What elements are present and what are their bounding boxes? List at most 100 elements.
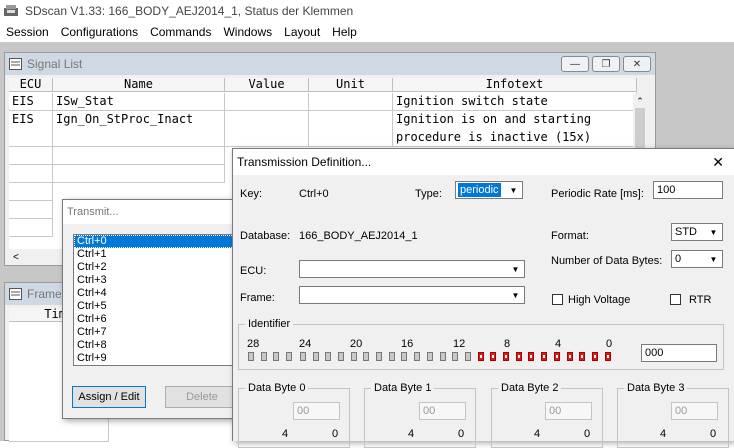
table-cell[interactable]: Ign_On_StProc_Inact [53,111,225,147]
list-item[interactable]: Ctrl+3 [74,274,242,287]
signal-list-titlebar[interactable]: Signal List — ❐ ✕ [5,53,655,75]
delete-button[interactable]: Delete [165,386,239,408]
txdef-titlebar[interactable]: Transmission Definition... ✕ [233,149,734,175]
list-item[interactable]: Ctrl+5 [74,300,242,313]
periodic-rate-input[interactable]: 100 [653,181,723,199]
identifier-bit-toggle[interactable] [515,352,522,361]
identifier-bit-toggle[interactable] [273,352,280,361]
identifier-bit-toggle[interactable] [286,352,293,361]
menu-commands[interactable]: Commands [144,25,217,39]
scroll-thumb[interactable] [635,108,645,148]
transmit-titlebar[interactable]: Transmit... [63,200,241,224]
table-cell[interactable] [225,111,309,147]
table-cell[interactable] [225,93,309,111]
identifier-bit-toggle[interactable] [464,352,471,361]
identifier-bit-toggle[interactable] [312,352,319,361]
menu-windows[interactable]: Windows [217,25,278,39]
chevron-down-icon[interactable]: ▼ [706,225,721,239]
restore-icon[interactable]: ❐ [592,56,620,72]
col-time[interactable]: Tim [9,308,69,322]
type-select[interactable]: periodic ▼ [455,181,523,199]
num-data-bytes-select[interactable]: 0 ▼ [671,250,723,268]
list-item[interactable]: Ctrl+8 [74,339,242,352]
identifier-bit-toggle[interactable] [591,352,598,361]
table-cell[interactable]: procedure is inactive (15x) [393,129,637,147]
table-cell[interactable] [9,147,53,165]
identifier-bit-toggle[interactable] [248,352,254,361]
chevron-down-icon[interactable]: ▼ [508,262,523,276]
identifier-bit-toggle[interactable] [553,352,560,361]
identifier-bit-toggle[interactable] [477,352,484,361]
chevron-down-icon[interactable]: ▼ [706,252,721,266]
list-item[interactable]: Ctrl+4 [74,287,242,300]
minimize-icon[interactable]: — [561,56,589,72]
table-cell[interactable] [9,201,53,219]
scroll-up-icon[interactable]: ⌃ [633,94,647,108]
table-cell[interactable] [53,147,225,165]
menu-configurations[interactable]: Configurations [55,25,144,39]
identifier-bit-toggle[interactable] [541,352,548,361]
chevron-down-icon[interactable]: ▼ [506,183,521,197]
table-cell[interactable] [309,93,393,111]
identifier-bit-toggle[interactable] [260,352,267,361]
data-byte-3-input[interactable]: 00 [671,402,718,420]
list-item[interactable]: Ctrl+9 [74,352,242,365]
identifier-bit-toggle[interactable] [388,352,395,361]
col-unit[interactable]: Unit [309,78,393,92]
identifier-bit-toggle[interactable] [452,352,459,361]
identifier-bit-toggle[interactable] [376,352,382,361]
table-cell[interactable]: Ignition switch state [393,93,637,111]
format-select[interactable]: STD ▼ [671,223,723,241]
identifier-input[interactable]: 000 [641,344,717,362]
identifier-bit-toggle[interactable] [350,352,357,361]
transmit-list[interactable]: Ctrl+0 Ctrl+1 Ctrl+2 Ctrl+3 Ctrl+4 Ctrl+… [73,234,243,366]
list-item[interactable]: Ctrl+0 [74,235,242,248]
table-cell[interactable] [9,165,53,183]
identifier-bit-toggle[interactable] [337,352,344,361]
col-ecu[interactable]: ECU [9,78,53,92]
table-cell[interactable]: EIS [9,93,53,111]
ecu-select[interactable]: ▼ [299,260,525,278]
data-byte-1-input[interactable]: 00 [419,402,466,420]
data-byte-0-input[interactable]: 00 [293,402,340,420]
identifier-bit-toggle[interactable] [579,352,586,361]
rtr-checkbox[interactable] [670,294,681,305]
identifier-bit-toggle[interactable] [414,352,421,361]
frame-select[interactable]: ▼ [299,286,525,304]
chevron-down-icon[interactable]: ▼ [508,288,523,302]
identifier-bit-toggle[interactable] [490,352,497,361]
list-item[interactable]: Ctrl+6 [74,313,242,326]
assign-edit-button[interactable]: Assign / Edit [72,386,146,408]
list-item[interactable]: Ctrl+1 [74,248,242,261]
identifier-bit-toggle[interactable] [363,352,370,361]
identifier-bit-toggle[interactable] [401,352,408,361]
scroll-left-icon[interactable]: < [9,252,19,263]
col-name[interactable]: Name [53,78,225,92]
menu-layout[interactable]: Layout [278,25,326,39]
table-cell[interactable]: Ignition is on and starting [393,111,637,129]
menu-session[interactable]: Session [0,25,55,39]
identifier-bit-toggle[interactable] [325,352,332,361]
identifier-bit-toggle[interactable] [566,352,573,361]
table-cell[interactable]: ISw_Stat [53,93,225,111]
col-value[interactable]: Value [225,78,309,92]
identifier-bit-toggle[interactable] [299,352,306,361]
identifier-bit-toggle[interactable] [503,352,509,361]
identifier-bit-toggle[interactable] [604,352,611,361]
data-byte-2-input[interactable]: 00 [545,402,592,420]
table-cell[interactable] [309,111,393,147]
list-item[interactable]: Ctrl+7 [74,326,242,339]
col-infotext[interactable]: Infotext [393,78,637,92]
close-icon[interactable]: ✕ [712,149,724,175]
identifier-bit-toggle[interactable] [426,352,433,361]
identifier-bit-toggle[interactable] [439,352,446,361]
table-cell[interactable] [53,165,225,183]
identifier-bit-toggle[interactable] [528,352,535,361]
table-cell[interactable]: EIS [9,111,53,147]
close-icon[interactable]: ✕ [623,56,651,72]
table-cell[interactable] [9,183,53,201]
list-item[interactable]: Ctrl+2 [74,261,242,274]
high-voltage-checkbox[interactable] [552,294,563,305]
menu-help[interactable]: Help [326,25,363,39]
table-cell[interactable] [9,219,53,237]
